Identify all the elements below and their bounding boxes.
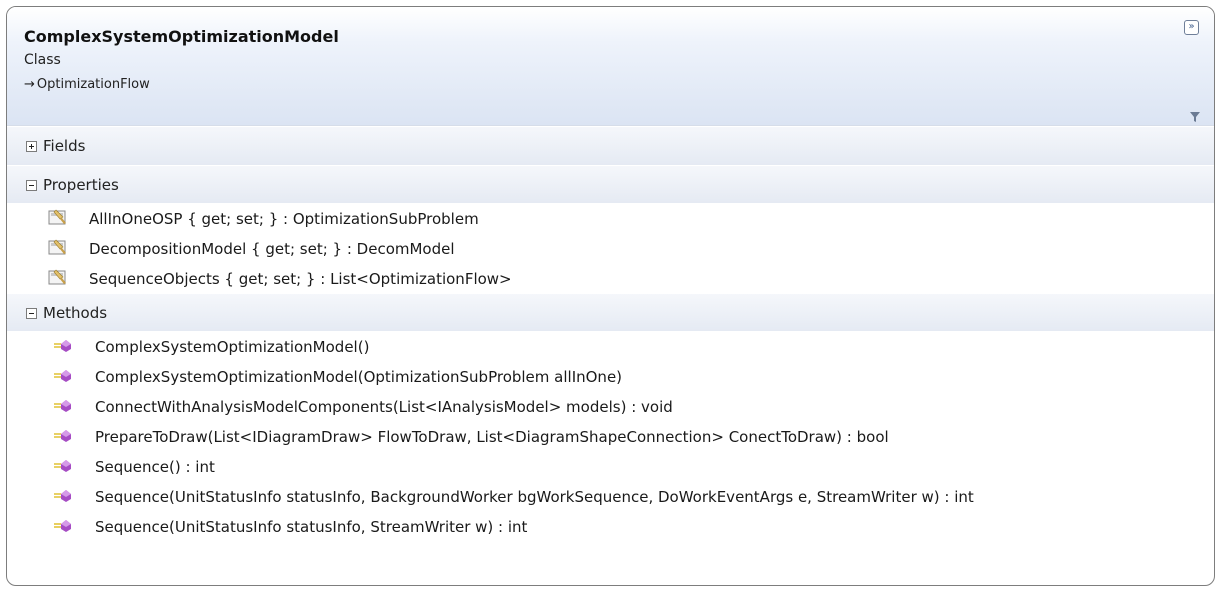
inheritance-arrow-icon: → (24, 77, 35, 92)
list-item[interactable]: DecompositionModel { get; set; } : Decom… (7, 233, 1214, 263)
method-label: Sequence(UnitStatusInfo statusInfo, Stre… (95, 518, 528, 536)
class-shape[interactable]: ComplexSystemOptimizationModel Class → Op… (6, 6, 1215, 586)
section-label: Fields (43, 137, 86, 155)
collapse-icon[interactable]: » (1184, 20, 1199, 35)
list-item[interactable]: SequenceObjects { get; set; } : List<Opt… (7, 263, 1214, 293)
method-icon (54, 490, 71, 502)
filter-icon[interactable] (1189, 111, 1201, 123)
property-icon (48, 269, 66, 285)
method-label: ConnectWithAnalysisModelComponents(List<… (95, 398, 673, 416)
section-label: Methods (43, 304, 108, 322)
list-item[interactable]: AllInOneOSP { get; set; } : Optimization… (7, 203, 1214, 233)
collapse-section-icon[interactable] (26, 180, 37, 191)
section-properties[interactable]: Properties (7, 165, 1214, 203)
methods-list: ComplexSystemOptimizationModel() Complex… (7, 331, 1214, 541)
method-icon (54, 430, 71, 442)
class-header[interactable]: ComplexSystemOptimizationModel Class → Op… (7, 7, 1214, 126)
method-label: PrepareToDraw(List<IDiagramDraw> FlowToD… (95, 428, 889, 446)
method-label: ComplexSystemOptimizationModel() (95, 338, 370, 356)
property-label: SequenceObjects { get; set; } : List<Opt… (89, 270, 512, 288)
section-label: Properties (43, 176, 119, 194)
property-label: DecompositionModel { get; set; } : Decom… (89, 240, 455, 258)
class-kind: Class (24, 52, 61, 68)
list-item[interactable]: Sequence(UnitStatusInfo statusInfo, Stre… (7, 511, 1214, 541)
list-item[interactable]: ComplexSystemOptimizationModel() (7, 331, 1214, 361)
base-class: → OptimizationFlow (24, 77, 150, 92)
collapse-section-icon[interactable] (26, 308, 37, 319)
list-item[interactable]: PrepareToDraw(List<IDiagramDraw> FlowToD… (7, 421, 1214, 451)
section-methods[interactable]: Methods (7, 293, 1214, 331)
list-item[interactable]: ConnectWithAnalysisModelComponents(List<… (7, 391, 1214, 421)
property-icon (48, 239, 66, 255)
method-label: ComplexSystemOptimizationModel(Optimizat… (95, 368, 623, 386)
section-fields[interactable]: Fields (7, 126, 1214, 165)
list-item[interactable]: Sequence() : int (7, 451, 1214, 481)
list-item[interactable]: Sequence(UnitStatusInfo statusInfo, Back… (7, 481, 1214, 511)
property-icon (48, 209, 66, 225)
method-icon (54, 520, 71, 532)
properties-list: AllInOneOSP { get; set; } : Optimization… (7, 203, 1214, 293)
class-title: ComplexSystemOptimizationModel (24, 27, 339, 46)
method-icon (54, 460, 71, 472)
method-icon (54, 370, 71, 382)
method-label: Sequence() : int (95, 458, 215, 476)
property-label: AllInOneOSP { get; set; } : Optimization… (89, 210, 479, 228)
method-label: Sequence(UnitStatusInfo statusInfo, Back… (95, 488, 974, 506)
list-item[interactable]: ComplexSystemOptimizationModel(Optimizat… (7, 361, 1214, 391)
base-class-name: OptimizationFlow (36, 77, 150, 92)
method-icon (54, 400, 71, 412)
expand-icon[interactable] (26, 141, 37, 152)
method-icon (54, 340, 71, 352)
